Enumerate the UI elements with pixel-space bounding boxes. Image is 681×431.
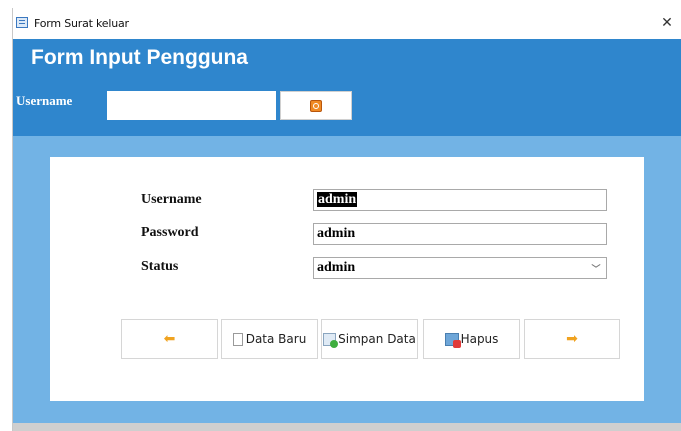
new-document-icon: [232, 332, 243, 346]
search-icon: [310, 99, 322, 112]
delete-label: Hapus: [460, 332, 499, 346]
status-strip: [13, 423, 681, 431]
save-icon: [323, 332, 339, 348]
password-field[interactable]: admin: [313, 223, 607, 245]
status-select[interactable]: admin ﹀: [313, 257, 607, 279]
form-icon: [16, 17, 28, 28]
form-header: Form Input Pengguna Username: [13, 39, 681, 136]
save-data-label: Simpan Data: [338, 332, 416, 346]
search-username-label: Username: [16, 93, 73, 108]
username-value: admin: [317, 192, 358, 207]
new-data-label: Data Baru: [245, 332, 307, 346]
next-record-button[interactable]: ➡: [524, 319, 620, 359]
form-detail-area: Username admin Password admin Status adm…: [13, 136, 681, 423]
password-label: Password: [141, 225, 199, 240]
form-card: Username admin Password admin Status adm…: [50, 157, 644, 401]
close-button[interactable]: ✕: [656, 12, 678, 34]
access-form-window: Form Surat keluar ✕ Form Input Pengguna …: [12, 8, 681, 431]
chevron-down-icon[interactable]: ﹀: [590, 262, 602, 275]
status-label: Status: [141, 259, 179, 274]
window-title: Form Surat keluar: [34, 17, 129, 30]
delete-icon: [444, 332, 461, 348]
status-value: admin: [317, 260, 356, 275]
search-button[interactable]: [280, 91, 352, 120]
title-bar: Form Surat keluar ✕: [13, 8, 681, 39]
search-username-input[interactable]: [107, 91, 276, 120]
arrow-right-icon: ➡: [566, 331, 578, 347]
new-data-button[interactable]: Data Baru: [221, 319, 318, 359]
save-data-button[interactable]: Simpan Data: [321, 319, 418, 359]
prev-record-button[interactable]: ⬅: [121, 319, 218, 359]
username-label: Username: [141, 192, 202, 207]
arrow-left-icon: ⬅: [163, 331, 176, 347]
username-field[interactable]: admin: [313, 189, 607, 211]
password-value: admin: [317, 226, 356, 241]
delete-button[interactable]: Hapus: [423, 319, 520, 359]
form-title: Form Input Pengguna: [31, 46, 248, 69]
